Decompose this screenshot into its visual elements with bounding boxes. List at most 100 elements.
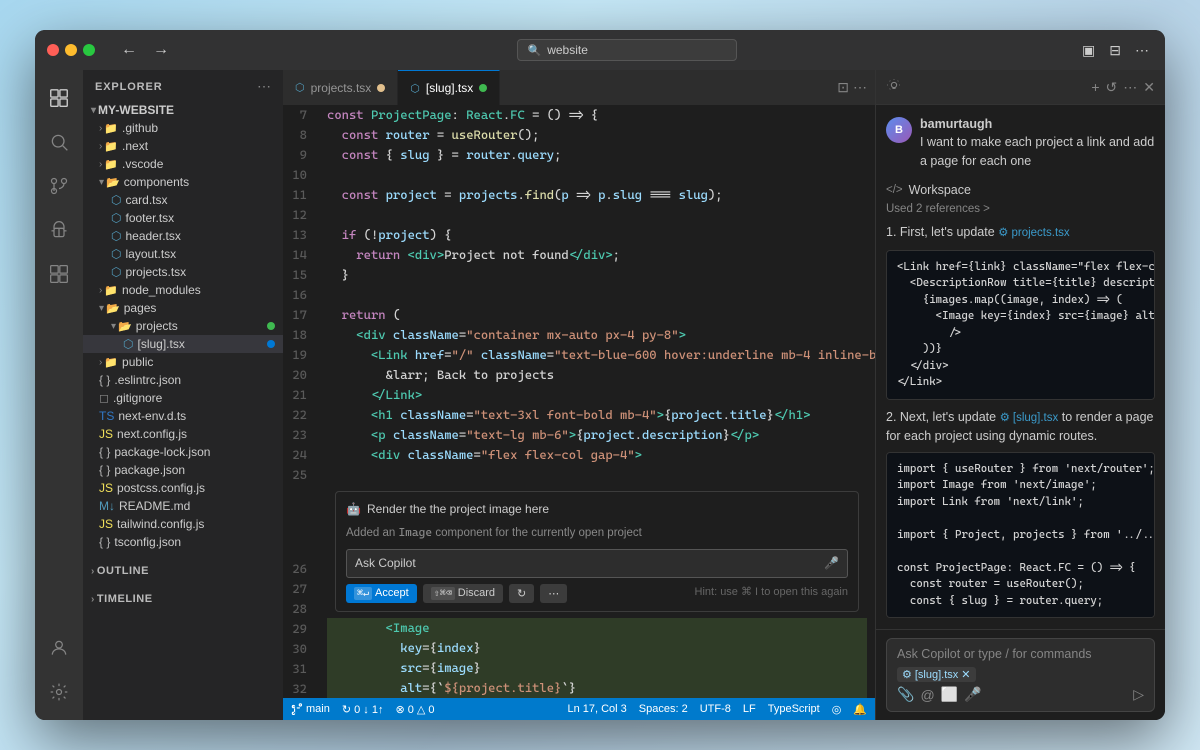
more-inline-btn[interactable]: ⋯ <box>540 584 567 603</box>
used-refs[interactable]: Used 2 references > <box>886 203 1155 215</box>
sidebar-item-tailwind[interactable]: JS tailwind.config.js <box>83 515 283 533</box>
chat-input-box[interactable]: Ask Copilot or type / for commands ⚙ [sl… <box>886 638 1155 712</box>
sidebar-item-public[interactable]: › 📁 public <box>83 353 283 371</box>
sidebar-item-next-config[interactable]: JS next.config.js <box>83 425 283 443</box>
split-editor-button[interactable]: ⊟ <box>1105 40 1125 61</box>
code-line-16 <box>327 285 867 305</box>
discard-button[interactable]: ⇧⌘⌫ Discard <box>423 584 503 603</box>
sidebar-item-projects-folder[interactable]: ▾ 📂 projects <box>83 317 283 335</box>
sidebar-item-next[interactable]: › 📁 .next <box>83 137 283 155</box>
send-button[interactable]: ▷ <box>1133 686 1144 703</box>
forward-button[interactable]: → <box>147 39 175 61</box>
close-button[interactable] <box>47 44 59 56</box>
user-message-text: I want to make each project a link and a… <box>920 133 1155 171</box>
code-line-8: const router = useRouter(); <box>327 125 867 145</box>
sidebar-item-label: projects <box>136 319 178 333</box>
attached-file-ref[interactable]: ⚙ [slug].tsx ✕ <box>897 667 976 682</box>
main-layout: EXPLORER ⋯ ▾ MY-WEBSITE › 📁 .github › 📁 <box>35 70 1165 720</box>
close-copilot-btn[interactable]: ✕ <box>1143 79 1155 96</box>
js-file-icon: JS <box>99 427 113 441</box>
ln-col-status[interactable]: Ln 17, Col 3 <box>567 703 626 715</box>
tab-projects-tsx[interactable]: ⬡ projects.tsx <box>283 70 398 105</box>
code-block-2: import { useRouter } from 'next/router';… <box>886 452 1155 619</box>
attach-button[interactable]: 📎 <box>897 686 914 703</box>
split-editor-tab-btn[interactable]: ⊡ <box>837 79 849 96</box>
more-options-button[interactable]: ⋯ <box>1131 40 1153 61</box>
more-copilot-btn[interactable]: ⋯ <box>1123 79 1137 96</box>
tab-slug-tsx[interactable]: ⬡ [slug].tsx <box>398 70 500 105</box>
json-file-icon: { } <box>99 535 110 549</box>
sidebar-item-projects-tsx[interactable]: ⬡ projects.tsx <box>83 263 283 281</box>
chat-input-field[interactable]: Ask Copilot or type / for commands <box>897 647 1144 661</box>
settings-activity-btn[interactable] <box>39 672 79 712</box>
minimize-button[interactable] <box>65 44 77 56</box>
sidebar-item-label: .eslintrc.json <box>114 373 181 387</box>
sidebar-item-github[interactable]: › 📁 .github <box>83 119 283 137</box>
errors-status[interactable]: ⊗ 0 △ 0 <box>395 703 434 716</box>
new-file-button[interactable]: ⋯ <box>257 78 271 95</box>
file-ref-projects[interactable]: ⚙ projects.tsx <box>998 225 1069 242</box>
more-tab-btn[interactable]: ⋯ <box>853 79 867 96</box>
sidebar-item-components[interactable]: ▾ 📂 components <box>83 173 283 191</box>
mention-button[interactable]: @ <box>920 687 934 703</box>
sidebar-title: EXPLORER <box>95 81 163 93</box>
sidebar-item-footer-tsx[interactable]: ⬡ footer.tsx <box>83 209 283 227</box>
eol-status[interactable]: LF <box>743 703 756 715</box>
sidebar-item-eslint[interactable]: { } .eslintrc.json <box>83 371 283 389</box>
git-branch-status[interactable]: main <box>291 703 330 715</box>
search-bar[interactable]: 🔍 website <box>517 39 737 61</box>
notification-bell[interactable]: 🔔 <box>853 703 867 716</box>
chat-history-button[interactable]: ↺ <box>1106 79 1118 96</box>
code-line-22: <h1 className="text-3xl font-bold mb-4">… <box>327 405 867 425</box>
sidebar-item-label: .github <box>122 121 158 135</box>
code-editor[interactable]: 7891011 1213141516 1718192021 22232425 2… <box>283 105 875 698</box>
copilot-status[interactable]: ◎ <box>832 703 842 716</box>
sidebar-item-readme[interactable]: M↓ README.md <box>83 497 283 515</box>
inline-ask-input[interactable]: Ask Copilot 🎤 <box>346 549 848 578</box>
code-block-btn[interactable]: ⬜ <box>941 686 958 703</box>
modified-dot <box>377 84 385 92</box>
sidebar-item-tsconfig[interactable]: { } tsconfig.json <box>83 533 283 551</box>
sidebar-item-postcss[interactable]: JS postcss.config.js <box>83 479 283 497</box>
sidebar-item-pages[interactable]: ▾ 📂 pages <box>83 299 283 317</box>
sidebar-item-gitignore[interactable]: ◻ .gitignore <box>83 389 283 407</box>
debug-activity-btn[interactable] <box>39 210 79 250</box>
encoding-status[interactable]: UTF-8 <box>700 703 731 715</box>
extensions-activity-btn[interactable] <box>39 254 79 294</box>
sidebar-item-package-json[interactable]: { } package.json <box>83 461 283 479</box>
language-status[interactable]: TypeScript <box>768 703 820 715</box>
maximize-button[interactable] <box>83 44 95 56</box>
close-file-icon[interactable]: ✕ <box>961 668 970 681</box>
code-icon: </> <box>886 184 903 196</box>
file-ref-slug[interactable]: ⚙ [slug].tsx <box>1000 410 1059 427</box>
sidebar-item-next-env[interactable]: TS next-env.d.ts <box>83 407 283 425</box>
search-activity-btn[interactable] <box>39 122 79 162</box>
sidebar-item-label: package.json <box>114 463 185 477</box>
sidebar-item-package-lock[interactable]: { } package-lock.json <box>83 443 283 461</box>
folder-icon: 📁 <box>104 122 118 135</box>
sidebar-item-slug-tsx[interactable]: ⬡ [slug].tsx <box>83 335 283 353</box>
sidebar-item-card-tsx[interactable]: ⬡ card.tsx <box>83 191 283 209</box>
mic-button[interactable]: 🎤 <box>964 686 981 703</box>
code-line-20: &larr; Back to projects <box>327 365 867 385</box>
sidebar-item-label: pages <box>124 301 157 315</box>
refresh-button[interactable]: ↻ <box>509 584 534 603</box>
sidebar-item-layout-tsx[interactable]: ⬡ layout.tsx <box>83 245 283 263</box>
sidebar-item-node-modules[interactable]: › 📁 node_modules <box>83 281 283 299</box>
outline-section[interactable]: › OUTLINE <box>83 553 283 581</box>
new-chat-button[interactable]: + <box>1091 79 1099 95</box>
explorer-activity-btn[interactable] <box>39 78 79 118</box>
accept-button[interactable]: ⌘↵ Accept <box>346 584 417 603</box>
chevron-right-icon: › <box>99 159 102 170</box>
spaces-status[interactable]: Spaces: 2 <box>639 703 688 715</box>
code-content[interactable]: const ProjectPage: React.FC = () => { co… <box>319 105 875 698</box>
layout-toggle-button[interactable]: ▣ <box>1078 40 1099 61</box>
root-folder[interactable]: ▾ MY-WEBSITE <box>83 101 283 119</box>
sidebar-item-vscode[interactable]: › 📁 .vscode <box>83 155 283 173</box>
account-activity-btn[interactable] <box>39 628 79 668</box>
source-control-activity-btn[interactable] <box>39 166 79 206</box>
sync-status[interactable]: ↻ 0 ↓ 1↑ <box>342 703 384 716</box>
sidebar-item-header-tsx[interactable]: ⬡ header.tsx <box>83 227 283 245</box>
timeline-section[interactable]: › TIMELINE <box>83 581 283 609</box>
back-button[interactable]: ← <box>115 39 143 61</box>
